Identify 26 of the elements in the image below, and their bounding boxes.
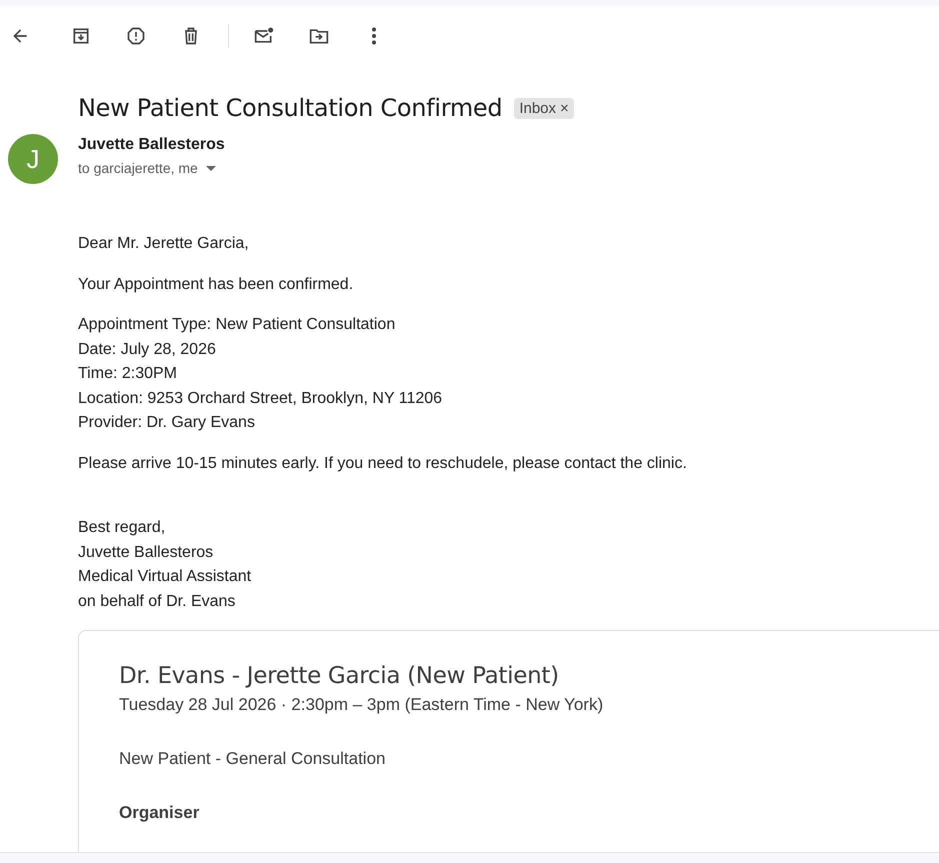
body-text: Appointment Type: New Patient Consultation bbox=[78, 315, 396, 335]
remove-label-button[interactable]: × bbox=[560, 100, 569, 116]
sender-name: Juvette Ballesteros bbox=[78, 136, 225, 154]
body-text: Your Appointment has been confirmed. bbox=[78, 274, 354, 294]
organiser-heading: Organiser bbox=[119, 803, 200, 823]
body-text: Time: 2:30PM bbox=[78, 364, 177, 384]
event-description: New Patient - General Consultation bbox=[119, 749, 386, 769]
caret-icon[interactable] bbox=[206, 166, 216, 170]
inbox-label: Inbox × bbox=[514, 98, 574, 118]
body-text: Date: July 28, 2026 bbox=[78, 340, 216, 360]
body-text: Medical Virtual Assistant bbox=[78, 567, 252, 587]
warning-icon bbox=[126, 26, 146, 46]
body-text: Juvette Ballesteros bbox=[78, 542, 214, 562]
body-text: Please arrive 10-15 minutes early. If you need to reschudele, please contact the clinic. bbox=[78, 454, 687, 474]
event-title: Dr. Evans - Jerette Garcia (New Patient) bbox=[119, 663, 560, 689]
recipients: to garciajerette, me bbox=[78, 160, 198, 176]
body-text: Location: 9253 Orchard Street, Brooklyn, NY 11206 bbox=[78, 388, 442, 408]
more-icon bbox=[371, 27, 377, 45]
sender-avatar: J bbox=[8, 134, 58, 184]
event-time: Tuesday 28 Jul 2026 · 2:30pm – 3pm (Eastern Time - New York) bbox=[119, 695, 604, 715]
body-text: Best regard, bbox=[78, 518, 166, 538]
body-text: on behalf of Dr. Evans bbox=[78, 592, 236, 612]
archive-icon bbox=[71, 26, 91, 46]
body-text: Dear Mr. Jerette Garcia, bbox=[78, 234, 249, 254]
email-subject: New Patient Consultation Confirmed bbox=[78, 94, 502, 122]
body-text: Provider: Dr. Gary Evans bbox=[78, 413, 255, 433]
